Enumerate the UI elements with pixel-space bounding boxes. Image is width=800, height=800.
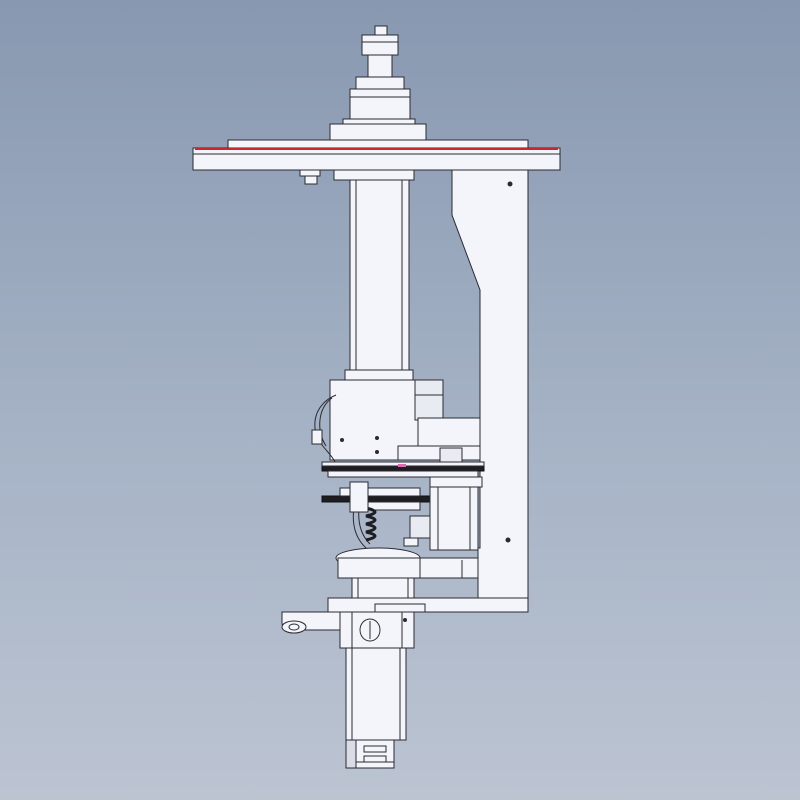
lower-support-plate (281, 597, 529, 649)
lower-column (345, 647, 407, 741)
coil-spring (365, 506, 377, 542)
gripper-end-effector (345, 739, 395, 769)
main-column (344, 179, 414, 381)
pink-marker (398, 464, 406, 467)
gearbox-housing (329, 379, 481, 467)
upper-gear-belt (321, 461, 485, 488)
rotary-base (335, 547, 479, 599)
assembly-drawing (192, 25, 561, 769)
top-spindle-cap (329, 25, 427, 143)
cad-viewport (0, 0, 800, 800)
